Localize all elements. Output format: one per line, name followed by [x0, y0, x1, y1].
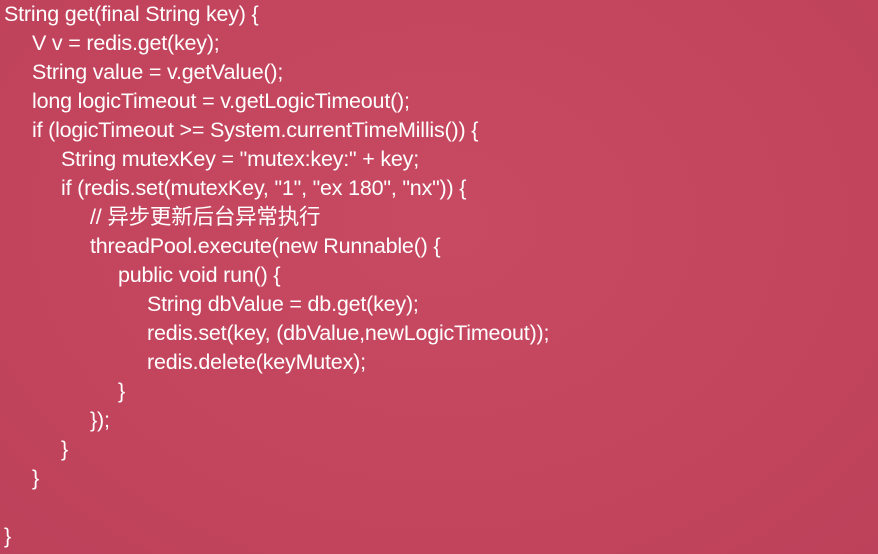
code-line-redis-set-value: redis.set(key, (dbValue,newLogicTimeout)… — [147, 321, 550, 345]
code-line-comment: // 异步更新后台异常执行 — [90, 205, 321, 229]
slide-background: String get(final String key) { V v = red… — [0, 0, 878, 554]
code-line-method-signature: String get(final String key) { — [4, 2, 259, 26]
code-line-get-logic-timeout: long logicTimeout = v.getLogicTimeout(); — [32, 89, 410, 113]
code-block: String get(final String key) { V v = red… — [4, 0, 874, 551]
code-line-if-redis-set: if (redis.set(mutexKey, "1", "ex 180", "… — [61, 176, 467, 200]
code-line-close-runnable: }); — [90, 408, 110, 432]
code-line-db-get: String dbValue = db.get(key); — [147, 292, 419, 316]
code-line-run-method: public void run() { — [118, 263, 281, 287]
code-line-thread-pool-execute: threadPool.execute(new Runnable() { — [90, 234, 441, 258]
code-line-get-value: String value = v.getValue(); — [32, 60, 284, 84]
code-line-if-timeout: if (logicTimeout >= System.currentTimeMi… — [32, 118, 479, 142]
code-line-close-inner-if: } — [61, 437, 68, 461]
code-line-redis-get: V v = redis.get(key); — [32, 31, 220, 55]
code-line-close-run: } — [118, 379, 125, 403]
code-line-redis-delete: redis.delete(keyMutex); — [147, 350, 366, 374]
code-line-close-method: } — [4, 524, 11, 548]
code-line-close-outer-if: } — [32, 466, 39, 490]
code-line-mutex-key: String mutexKey = "mutex:key:" + key; — [61, 147, 419, 171]
